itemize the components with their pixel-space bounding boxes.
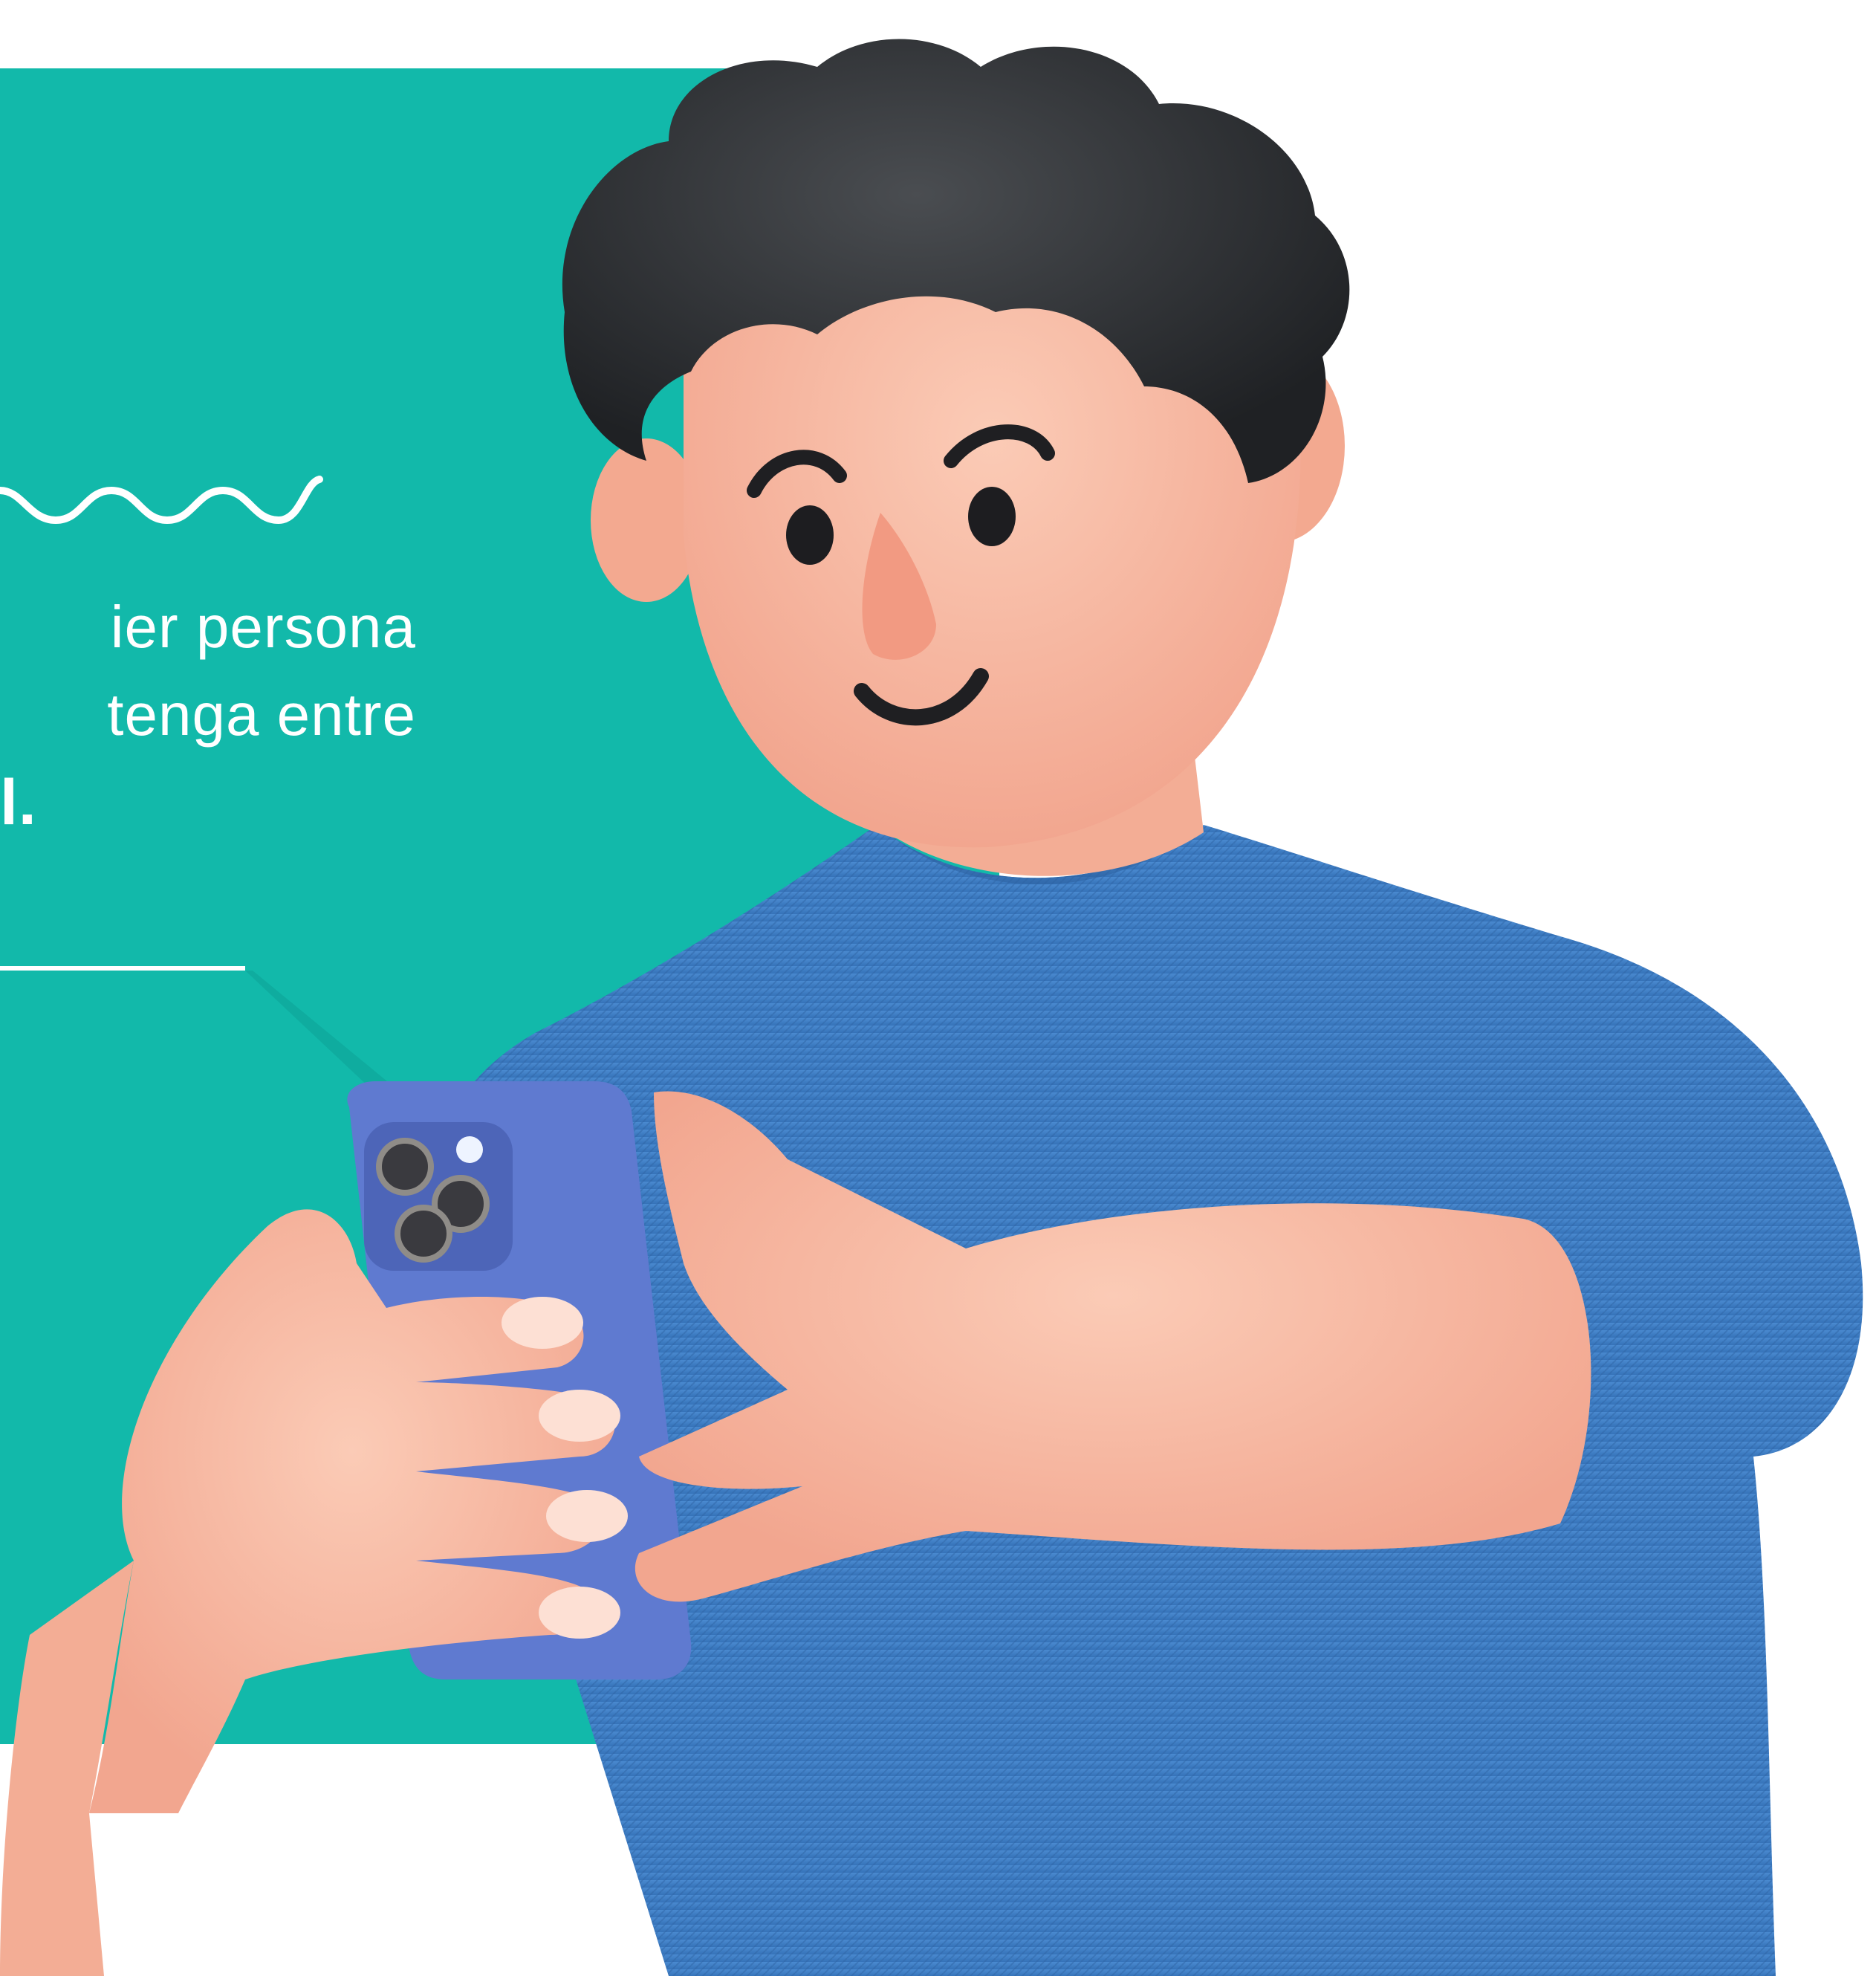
left-hand	[0, 1209, 628, 1976]
left-eye	[786, 505, 834, 565]
character-illustration	[0, 39, 1863, 1976]
right-eye	[968, 487, 1016, 546]
